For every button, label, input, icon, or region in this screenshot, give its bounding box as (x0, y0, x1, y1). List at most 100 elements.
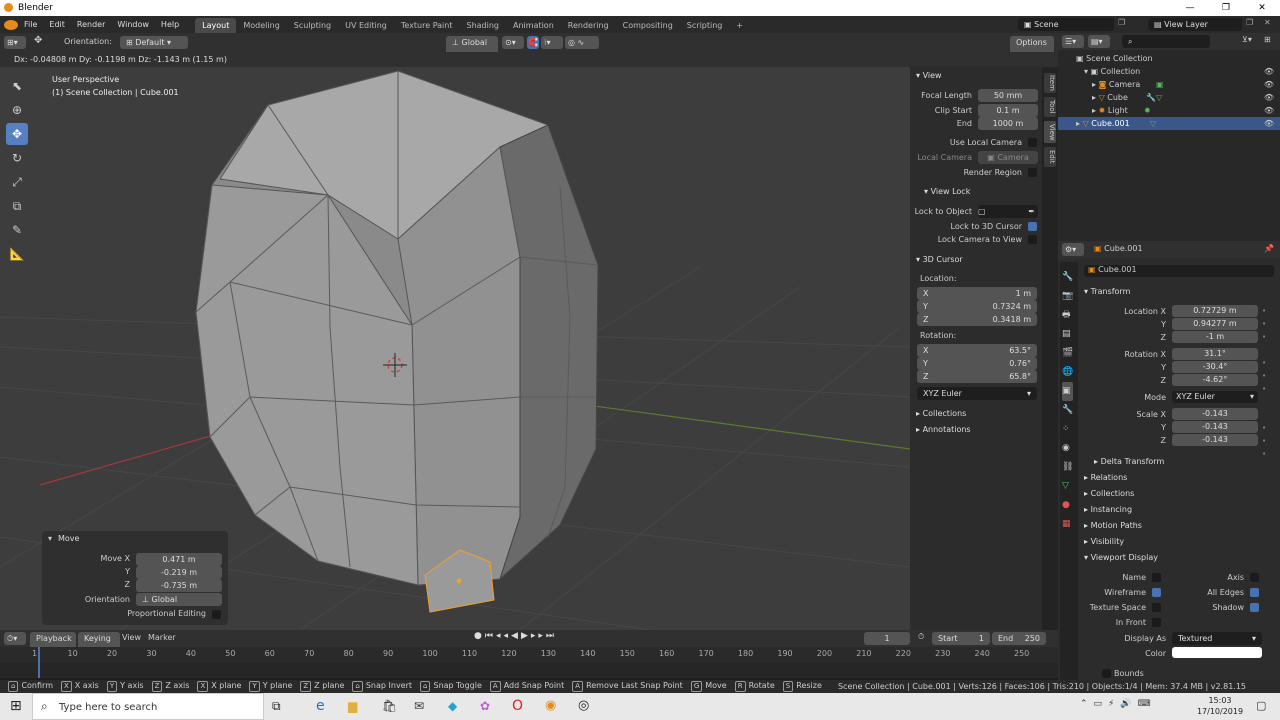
tab-modeling[interactable]: Modeling (236, 18, 286, 33)
remove-view-layer-icon[interactable]: ✕ (1264, 18, 1271, 27)
outliner-row-collection[interactable]: ▾ ▣ Collection 👁 (1058, 65, 1280, 78)
motion-paths-header[interactable]: ▸ Motion Paths (1084, 519, 1142, 533)
cursor-tool-icon[interactable]: ⊕ (6, 99, 28, 121)
scale-x-field[interactable]: -0.143 (1172, 408, 1258, 420)
tab-animation[interactable]: Animation (506, 18, 561, 33)
particles-tab-icon[interactable]: ⁘ (1062, 420, 1073, 439)
notifications-icon[interactable]: ▢ (1256, 699, 1266, 712)
store-icon[interactable]: 🛍 (382, 699, 397, 713)
timeline-editor-type-icon[interactable]: ⏱▾ (4, 632, 26, 645)
outliner-row-cube[interactable]: ▸ ▽ Cube 🔧 ▽ 👁 (1058, 91, 1280, 104)
render-tab-icon[interactable]: 📷 (1062, 287, 1073, 306)
location-y-field[interactable]: 0.94277 m (1172, 318, 1258, 330)
transform-panel-header[interactable]: ▾ Transform (1084, 285, 1130, 299)
pin-icon[interactable]: 📌 (1264, 244, 1274, 253)
view-menu[interactable]: View (122, 633, 141, 642)
tab-scripting[interactable]: Scripting (680, 18, 730, 33)
system-tray-icons[interactable]: ⌃▭⚡🔊⌨ (1080, 699, 1157, 709)
menu-window[interactable]: Window (111, 16, 155, 33)
tool-tab-icon[interactable]: 🔧 (1062, 268, 1073, 287)
move-z-field[interactable]: -0.735 m (136, 579, 222, 592)
relations-header[interactable]: ▸ Relations (1084, 471, 1127, 485)
scale-z-field[interactable]: -0.143 (1172, 434, 1258, 446)
properties-editor-type-icon[interactable]: ⚙▾ (1062, 243, 1084, 256)
lock-to-3d-cursor-checkbox[interactable] (1028, 222, 1037, 231)
minimize-button[interactable]: — (1172, 0, 1208, 16)
menu-edit[interactable]: Edit (43, 16, 71, 33)
blender-taskbar-icon[interactable]: ◉ (545, 698, 556, 713)
focal-length-field[interactable]: 50 mm (978, 89, 1038, 102)
collections-panel-header[interactable]: ▸ Collections (1084, 487, 1134, 501)
outliner-editor-type-icon[interactable]: ☰▾ (1062, 35, 1084, 48)
new-scene-icon[interactable]: ❐ (1118, 18, 1125, 27)
cursor-loc-z[interactable]: 0.3418 m (993, 313, 1031, 326)
app-3d-icon[interactable]: ◆ (448, 699, 457, 713)
instancing-header[interactable]: ▸ Instancing (1084, 503, 1132, 517)
filter-icon[interactable]: ⊻▾ (1242, 35, 1252, 44)
blender-menu-icon[interactable] (4, 19, 18, 30)
tab-texture-paint[interactable]: Texture Paint (394, 18, 460, 33)
orientation-dropdown[interactable]: ⊞ Default ▾ (120, 36, 188, 49)
cursor-rot-y[interactable]: 0.76° (1009, 357, 1031, 370)
visibility-header[interactable]: ▸ Visibility (1084, 535, 1124, 549)
axis-checkbox[interactable] (1250, 573, 1259, 582)
render-region-checkbox[interactable] (1028, 168, 1037, 177)
visibility-eye-icon[interactable]: 👁 (1264, 78, 1274, 91)
tab-uv-editing[interactable]: UV Editing (338, 18, 394, 33)
new-collection-icon[interactable]: ⊞ (1264, 35, 1271, 44)
rotation-y-field[interactable]: -30.4° (1172, 361, 1258, 373)
editor-type-icon[interactable]: ⊞▾ (4, 36, 26, 49)
data-tab-icon[interactable]: ▽ (1062, 477, 1073, 496)
pivot-point-dropdown[interactable]: ⊙▾ (502, 36, 524, 49)
playback-controls[interactable]: ●⏮◂◂◀▶▸▸⏭ (474, 631, 557, 641)
rotation-z-field[interactable]: -4.62° (1172, 374, 1258, 386)
use-preview-range-icon[interactable]: ⏱ (918, 632, 924, 642)
outliner-row-cube-001[interactable]: ▸ ▽ Cube.001 ▽ 👁 (1058, 117, 1280, 130)
use-local-camera-checkbox[interactable] (1028, 138, 1037, 147)
collections-header[interactable]: ▸ Collections (916, 407, 966, 421)
mesh-cube-001[interactable] (195, 70, 599, 613)
scene-selector[interactable]: ▣ Scene (1018, 18, 1114, 31)
display-mode-icon[interactable]: ▤▾ (1088, 35, 1110, 48)
measure-tool-icon[interactable]: 📐 (6, 243, 28, 265)
outliner-row-scene-collection[interactable]: ▣ Scene Collection (1058, 52, 1280, 65)
edge-icon[interactable]: e (316, 698, 325, 714)
timeline[interactable]: 1 10 20 30 40 50 60 70 80 90 100 110 120 130 140 150 160… (0, 647, 1058, 678)
location-z-field[interactable]: -1 m (1172, 331, 1258, 343)
new-view-layer-icon[interactable]: ❐ (1246, 18, 1253, 27)
marker-menu[interactable]: Marker (148, 633, 176, 642)
opera-icon[interactable]: O (512, 698, 523, 714)
tab-layout[interactable]: Layout (195, 18, 237, 33)
visibility-eye-icon[interactable]: 👁 (1264, 104, 1274, 117)
output-tab-icon[interactable]: 🖶 (1062, 306, 1073, 325)
rotation-mode-dropdown[interactable]: XYZ Euler ▾ (1172, 391, 1258, 403)
all-edges-checkbox[interactable] (1250, 588, 1259, 597)
wireframe-checkbox[interactable] (1152, 588, 1161, 597)
in-front-checkbox[interactable] (1152, 618, 1161, 627)
file-explorer-icon[interactable]: ▆ (348, 699, 357, 713)
move-y-field[interactable]: -0.219 m (136, 566, 222, 579)
move-tool-icon[interactable]: ✥ (6, 123, 28, 145)
modifier-tab-icon[interactable]: 🔧 (1062, 401, 1073, 420)
add-workspace-button[interactable]: + (729, 18, 750, 33)
outliner-row-light[interactable]: ▸ ✹ Light ✹ 👁 (1058, 104, 1280, 117)
snap-toggle-button[interactable]: 🧲 (527, 36, 539, 49)
windows-start-icon[interactable]: ⊞ (10, 698, 22, 714)
app-paint-icon[interactable]: ✿ (480, 699, 490, 713)
clip-end-field[interactable]: 1000 m (978, 117, 1038, 130)
annotate-tool-icon[interactable]: ✎ (6, 219, 28, 241)
proportional-editing-checkbox[interactable] (212, 610, 221, 619)
display-as-dropdown[interactable]: Textured ▾ (1172, 632, 1262, 645)
start-frame-field[interactable]: Start 1 (932, 632, 990, 645)
cursor-rot-z[interactable]: 65.8° (1009, 370, 1031, 383)
object-color-swatch[interactable] (1172, 647, 1262, 658)
tab-compositing[interactable]: Compositing (616, 18, 680, 33)
tab-view[interactable]: View (1044, 121, 1056, 143)
bounds-checkbox[interactable] (1102, 669, 1111, 678)
select-tool-icon[interactable]: ⬉ (6, 75, 28, 97)
tab-item[interactable]: Item (1044, 73, 1056, 93)
visibility-eye-icon[interactable]: 👁 (1264, 65, 1274, 78)
close-button[interactable]: ✕ (1244, 0, 1280, 16)
rotation-x-field[interactable]: 31.1° (1172, 348, 1258, 360)
tab-sculpting[interactable]: Sculpting (287, 18, 338, 33)
